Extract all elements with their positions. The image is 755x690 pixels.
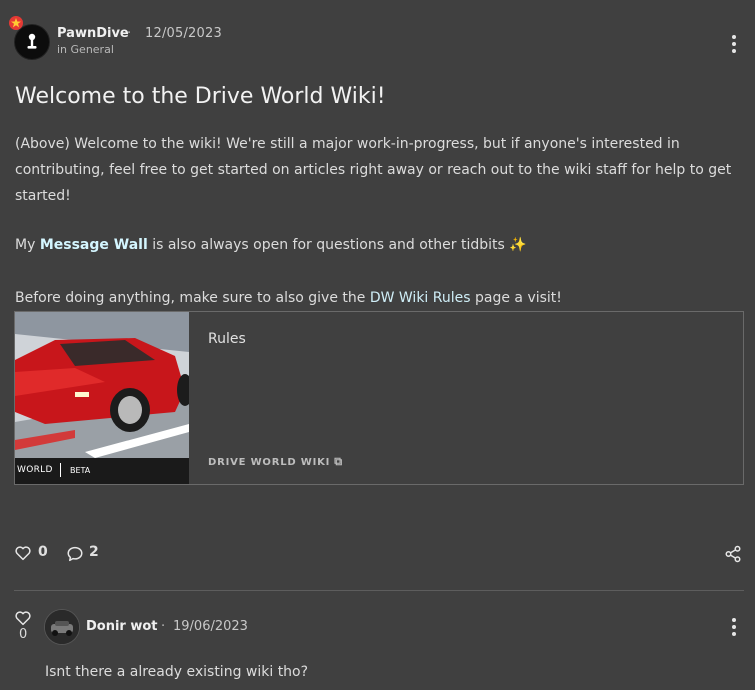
paragraph-text: Before doing anything, make sure to also… <box>15 290 370 306</box>
post-date: 12/05/2023 <box>145 26 222 41</box>
post-paragraph: Before doing anything, make sure to also… <box>15 285 740 311</box>
paragraph-text: My <box>15 237 40 253</box>
heart-icon[interactable] <box>14 609 32 627</box>
like-count: 0 <box>38 544 48 560</box>
heart-icon[interactable] <box>14 544 32 562</box>
star-badge-icon <box>9 16 23 30</box>
kebab-menu-icon[interactable] <box>731 35 737 55</box>
reply-author[interactable]: Donir wot <box>86 619 158 634</box>
rules-link[interactable]: DW Wiki Rules <box>370 290 471 306</box>
post-paragraph: (Above) Welcome to the wiki! We're still… <box>15 136 732 204</box>
reply-author-avatar[interactable] <box>44 609 80 645</box>
embed-source[interactable]: DRIVE WORLD WIKI ⧉ <box>208 455 343 469</box>
image-caption-world: WORLD <box>17 465 53 475</box>
share-icon[interactable] <box>724 545 742 563</box>
paragraph-text: is also always open for questions and ot… <box>147 237 510 253</box>
red-car-image <box>15 312 189 458</box>
post-category[interactable]: in General <box>57 43 114 56</box>
image-caption-bar: WORLD BETA <box>15 458 189 484</box>
speech-bubble-icon[interactable] <box>66 545 84 563</box>
embed-source-label: DRIVE WORLD WIKI <box>208 457 331 468</box>
section-divider <box>14 590 744 591</box>
reply-body: Isnt there a already existing wiki tho? <box>45 664 309 680</box>
post-author[interactable]: PawnDive <box>57 26 129 41</box>
separator-dot: · <box>161 619 166 634</box>
external-link-icon: ⧉ <box>334 455 343 468</box>
embed-thumbnail: WORLD BETA <box>15 312 189 484</box>
comment-count: 2 <box>89 544 99 560</box>
paragraph-text: page a visit! <box>470 290 562 306</box>
post-title: Welcome to the Drive World Wiki! <box>15 84 386 109</box>
reply-date: 19/06/2023 <box>173 619 248 634</box>
post-paragraph: My Message Wall is also always open for … <box>15 232 740 258</box>
link-embed-card[interactable]: WORLD BETA Rules DRIVE WORLD WIKI ⧉ <box>14 311 744 485</box>
image-caption-beta: BETA <box>70 466 91 475</box>
separator-dot: · <box>127 26 132 41</box>
embed-title[interactable]: Rules <box>208 331 246 347</box>
reply-like-count: 0 <box>19 627 28 642</box>
car-avatar-image <box>45 610 79 644</box>
kebab-menu-icon[interactable] <box>731 618 737 638</box>
message-wall-link[interactable]: Message Wall <box>40 237 148 253</box>
sparkles-emoji: ✨ <box>509 237 527 253</box>
